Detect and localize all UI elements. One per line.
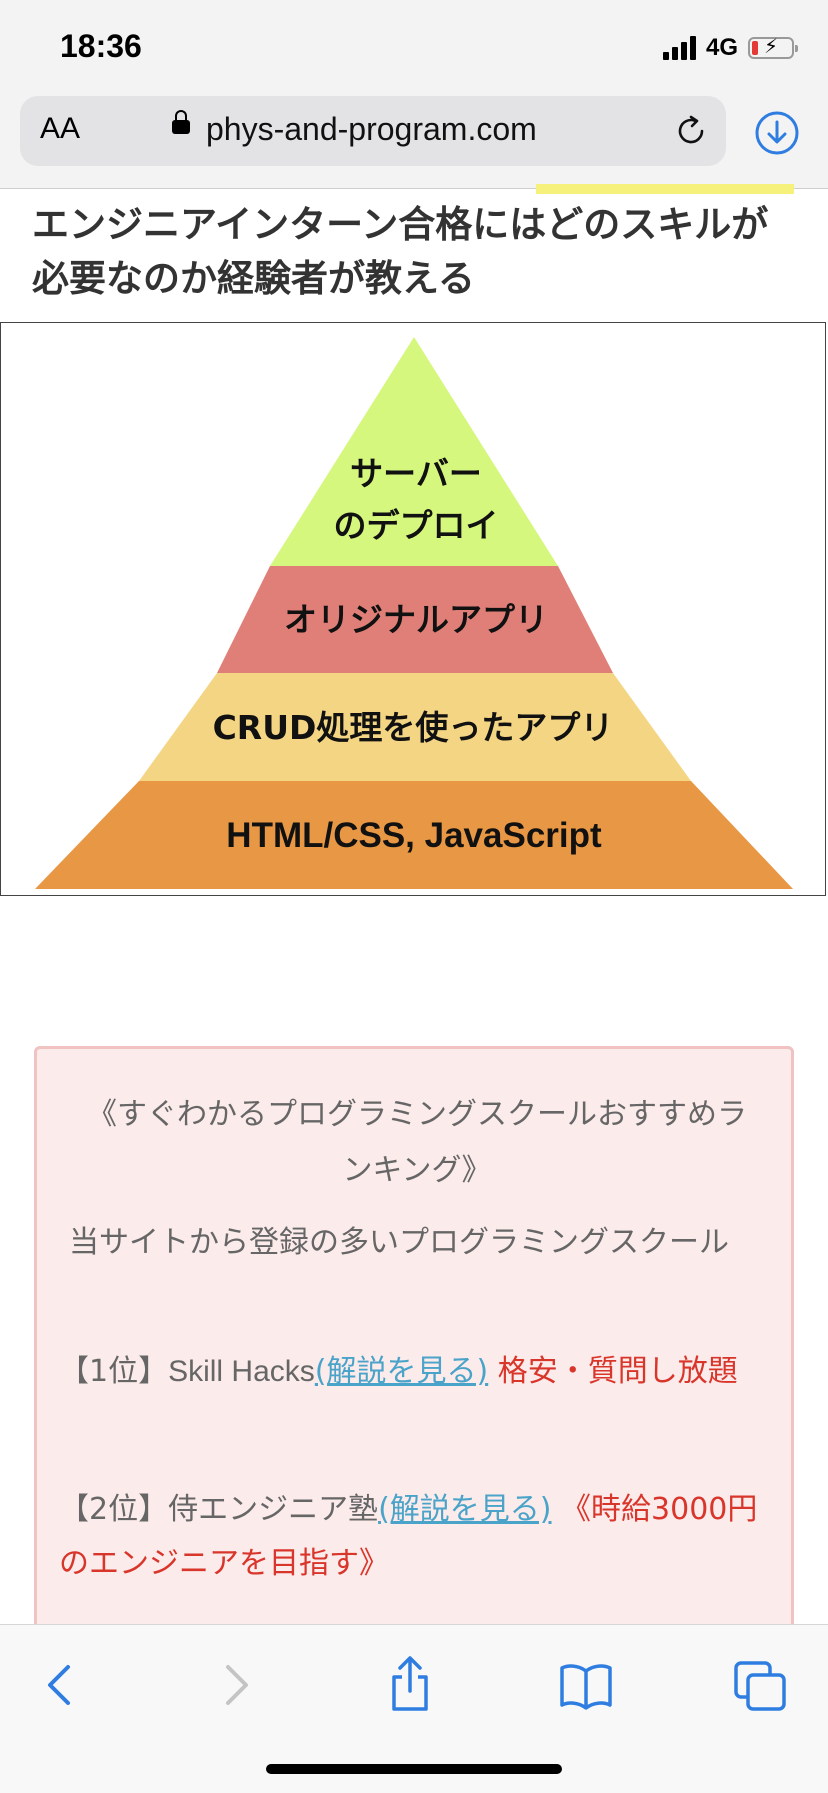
pyramid-label-crud-app: CRUD処理を使ったアプリ xyxy=(213,708,614,747)
battery-level xyxy=(752,41,758,55)
address-bar[interactable]: AA phys-and-program.com xyxy=(20,96,726,166)
network-label: 4G xyxy=(705,34,738,61)
header-accent-bar xyxy=(536,184,794,194)
share-icon[interactable] xyxy=(380,1655,440,1715)
explanation-link[interactable]: (解説を見る) xyxy=(378,1492,551,1527)
text-size-button[interactable]: AA xyxy=(40,112,80,146)
recommendation-heading: 《すぐわかるプログラミングスクールおすすめランキング》 xyxy=(87,1097,747,1188)
recommendation-intro: 当サイトから登録の多いプログラミングスクール xyxy=(69,1225,729,1260)
pyramid-label-deploy-1: サーバー xyxy=(350,454,482,493)
bookmarks-icon[interactable] xyxy=(556,1655,616,1715)
pyramid-label-original-app: オリジナルアプリ xyxy=(284,600,548,639)
battery-icon: ⚡ xyxy=(748,34,798,59)
home-indicator xyxy=(266,1764,562,1774)
charging-icon: ⚡ xyxy=(764,34,779,58)
ranking-item-2: 【2位】侍エンジニア塾(解説を見る) 《時給3000円のエンジニアを目指す》 xyxy=(59,1483,769,1591)
pyramid-svg: サーバー のデプロイ オリジナルアプリ CRUD処理を使ったアプリ HTML/C… xyxy=(35,337,793,889)
reload-icon[interactable] xyxy=(674,114,708,148)
pyramid-label-deploy-2: のデプロイ xyxy=(334,506,499,545)
status-bar: 18:36 4G ⚡ xyxy=(0,0,828,90)
pyramid-label-html-css: HTML/CSS, JavaScript xyxy=(226,816,602,855)
tabs-icon[interactable] xyxy=(730,1655,790,1715)
ranking-name: 侍エンジニア塾 xyxy=(168,1492,379,1527)
text-size-label: AA xyxy=(40,112,81,145)
forward-icon[interactable] xyxy=(206,1655,266,1715)
ranking-rank: 【1位】 xyxy=(59,1354,169,1389)
signal-icon xyxy=(662,36,696,60)
status-time: 18:36 xyxy=(60,28,142,64)
download-icon[interactable] xyxy=(754,110,800,156)
ranking-item-1: 【1位】Skill Hacks(解説を見る) 格安・質問し放題 xyxy=(59,1345,769,1399)
back-icon[interactable] xyxy=(30,1655,90,1715)
ranking-rank: 【2位】 xyxy=(59,1492,169,1527)
ranking-name: Skill Hacks xyxy=(168,1355,315,1388)
status-indicators: 4G ⚡ xyxy=(662,34,798,62)
ranking-tagline: 格安・質問し放題 xyxy=(488,1354,738,1389)
browser-address-area: AA phys-and-program.com xyxy=(0,90,828,189)
url-text[interactable]: phys-and-program.com xyxy=(206,111,537,148)
article-title: エンジニアインターン合格にはどのスキルが必要なのか経験者が教える xyxy=(32,203,769,300)
pyramid-diagram: サーバー のデプロイ オリジナルアプリ CRUD処理を使ったアプリ HTML/C… xyxy=(0,322,826,896)
lock-icon xyxy=(172,110,190,134)
explanation-link[interactable]: (解説を見る) xyxy=(315,1354,488,1389)
